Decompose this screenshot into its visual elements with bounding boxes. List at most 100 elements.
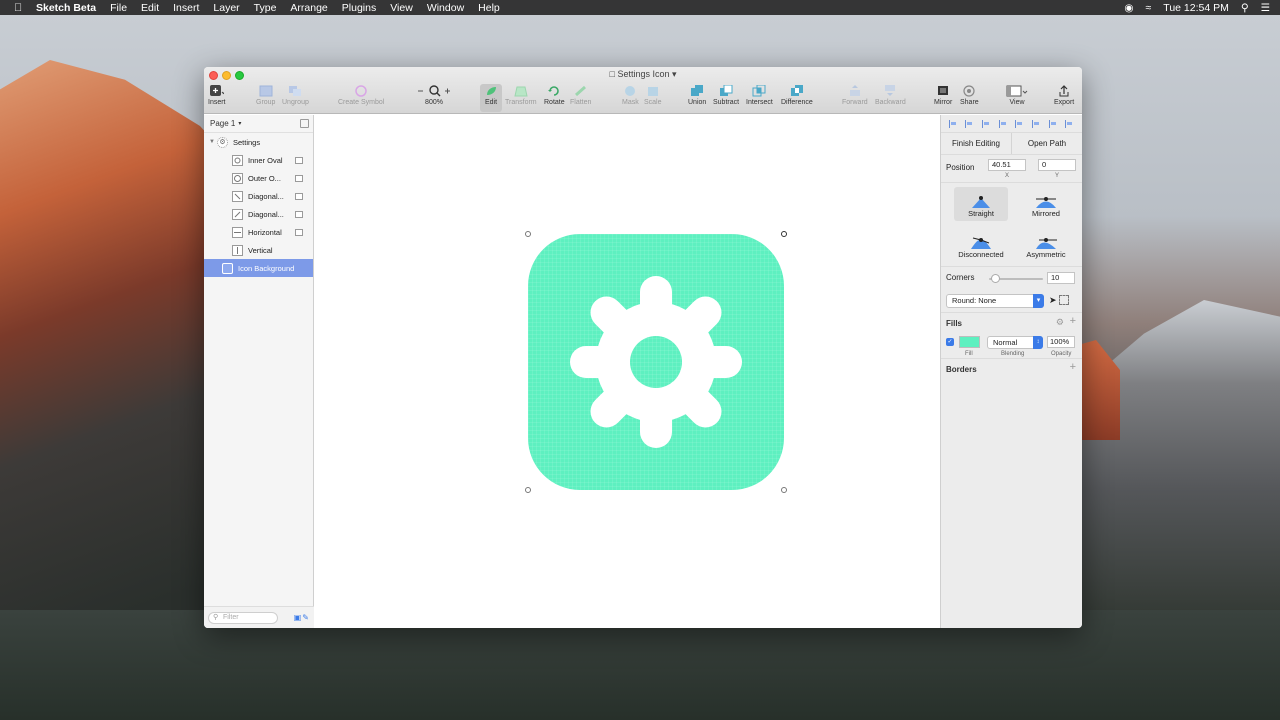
- intersect-icon: [751, 84, 767, 98]
- corners-slider-knob[interactable]: [991, 274, 1000, 283]
- align-top-icon[interactable]: [1015, 119, 1024, 128]
- create-symbol-button[interactable]: Create Symbol: [338, 84, 384, 112]
- align-center-icon[interactable]: [965, 119, 974, 128]
- subtract-button[interactable]: Subtract: [713, 84, 739, 112]
- filter-input[interactable]: ⚲ Filter: [208, 612, 278, 624]
- menu-layer[interactable]: Layer: [213, 2, 239, 14]
- horizontal-rect-icon: [232, 226, 243, 238]
- settings-icon-artwork[interactable]: [528, 234, 784, 490]
- layer-group-settings[interactable]: ▼ ⚙ Settings: [204, 133, 313, 151]
- disconnected-point-icon: [954, 228, 1008, 250]
- selection-handle[interactable]: [525, 231, 531, 237]
- disclosure-triangle-icon[interactable]: ▼: [209, 139, 217, 145]
- menu-plugins[interactable]: Plugins: [342, 2, 376, 14]
- mask-icon: [622, 84, 638, 98]
- add-fill-icon[interactable]: +: [1070, 315, 1076, 327]
- align-middle-icon[interactable]: [1031, 119, 1041, 128]
- intersect-button[interactable]: Intersect: [746, 84, 773, 112]
- canvas[interactable]: [314, 115, 940, 628]
- backward-icon: [882, 84, 898, 98]
- path-edit-buttons: Finish Editing Open Path: [941, 133, 1082, 155]
- fill-color-swatch[interactable]: [959, 336, 980, 348]
- layer-item[interactable]: Inner Oval: [204, 151, 313, 169]
- menu-help[interactable]: Help: [478, 2, 500, 14]
- forward-icon: [847, 84, 863, 98]
- filter-options-icon[interactable]: ▣✎: [294, 613, 310, 622]
- position-row: Position 40.51 0 X Y: [941, 155, 1082, 183]
- mask-button[interactable]: Mask: [622, 84, 639, 112]
- oval-icon: [232, 154, 243, 166]
- diagonal-rect-icon: [232, 208, 243, 220]
- selection-handle[interactable]: [525, 487, 531, 493]
- backward-button[interactable]: Backward: [875, 84, 906, 112]
- vector-mode-icon[interactable]: [1059, 295, 1069, 305]
- menu-file[interactable]: File: [110, 2, 127, 14]
- rotate-button[interactable]: Rotate: [544, 84, 565, 112]
- open-path-button[interactable]: Open Path: [1011, 133, 1082, 154]
- position-x-field[interactable]: 40.51: [988, 159, 1026, 171]
- rounding-select[interactable]: Round: None ▾: [946, 294, 1044, 308]
- layer-item[interactable]: Diagonal...: [204, 187, 313, 205]
- chevron-down-icon[interactable]: ▾: [672, 69, 677, 79]
- menu-insert[interactable]: Insert: [173, 2, 199, 14]
- ungroup-icon: [287, 84, 303, 98]
- page-selector[interactable]: Page 1 ▾: [204, 115, 313, 133]
- share-button[interactable]: Share: [960, 84, 979, 112]
- flatten-button[interactable]: Flatten: [570, 84, 591, 112]
- point-straight-button[interactable]: Straight: [954, 187, 1008, 221]
- notification-center-icon[interactable]: ☰: [1261, 2, 1270, 14]
- distribute-vertical-icon[interactable]: [1065, 119, 1074, 128]
- selection-handle[interactable]: [781, 487, 787, 493]
- add-border-icon[interactable]: +: [1070, 361, 1076, 373]
- scale-button[interactable]: Scale: [644, 84, 662, 112]
- menu-app-name[interactable]: Sketch Beta: [36, 2, 96, 14]
- gear-icon[interactable]: ⚙: [1056, 317, 1064, 328]
- layer-item[interactable]: Outer O...: [204, 169, 313, 187]
- difference-button[interactable]: Difference: [781, 84, 813, 112]
- spotlight-icon[interactable]: ⚲: [1241, 2, 1249, 14]
- menu-window[interactable]: Window: [427, 2, 464, 14]
- layer-item[interactable]: Horizontal: [204, 223, 313, 241]
- group-gear-icon: ⚙: [217, 136, 228, 148]
- layer-item-icon-background[interactable]: Icon Background: [204, 259, 313, 277]
- record-icon[interactable]: ◉: [1124, 2, 1133, 14]
- ungroup-button[interactable]: Ungroup: [282, 84, 309, 112]
- point-asymmetric-button[interactable]: Asymmetric: [1019, 228, 1073, 259]
- fill-blend-select[interactable]: Normal ↕: [987, 336, 1043, 349]
- share-icon: [961, 84, 977, 98]
- fill-enabled-checkbox[interactable]: ✓: [946, 338, 954, 346]
- clock[interactable]: Tue 12:54 PM: [1163, 2, 1229, 14]
- union-button[interactable]: Union: [688, 84, 706, 112]
- point-mirrored-button[interactable]: Mirrored: [1019, 187, 1073, 218]
- mirror-button[interactable]: Mirror: [934, 84, 952, 112]
- menu-view[interactable]: View: [390, 2, 413, 14]
- mirror-icon: [935, 84, 951, 98]
- layer-item[interactable]: Vertical: [204, 241, 313, 259]
- apple-icon[interactable]: : [14, 2, 26, 14]
- insert-button[interactable]: Insert: [208, 84, 226, 112]
- zoom-control[interactable]: 800%: [416, 84, 452, 112]
- fill-opacity-field[interactable]: 100%: [1047, 336, 1075, 348]
- corners-field[interactable]: 10: [1047, 272, 1075, 284]
- align-bottom-icon[interactable]: [1048, 119, 1058, 128]
- export-button[interactable]: Export: [1054, 84, 1074, 112]
- layer-item[interactable]: Diagonal...: [204, 205, 313, 223]
- menu-edit[interactable]: Edit: [141, 2, 159, 14]
- toggle-pages-icon[interactable]: [300, 119, 309, 128]
- menu-type[interactable]: Type: [254, 2, 277, 14]
- transform-button[interactable]: Transform: [505, 84, 537, 112]
- view-button[interactable]: View: [1006, 84, 1028, 112]
- menu-arrange[interactable]: Arrange: [290, 2, 327, 14]
- point-disconnected-button[interactable]: Disconnected: [954, 228, 1008, 259]
- align-right-icon[interactable]: [998, 119, 1008, 128]
- finish-editing-button[interactable]: Finish Editing: [941, 133, 1011, 154]
- edit-button[interactable]: Edit: [480, 84, 502, 112]
- wifi-icon[interactable]: ≈: [1146, 2, 1152, 14]
- distribute-icon[interactable]: [982, 119, 991, 128]
- boolean-op-icon: [295, 174, 303, 182]
- align-left-icon[interactable]: [948, 119, 958, 128]
- forward-button[interactable]: Forward: [842, 84, 868, 112]
- group-button[interactable]: Group: [256, 84, 275, 112]
- position-y-field[interactable]: 0: [1038, 159, 1076, 171]
- selection-handle[interactable]: [781, 231, 787, 237]
